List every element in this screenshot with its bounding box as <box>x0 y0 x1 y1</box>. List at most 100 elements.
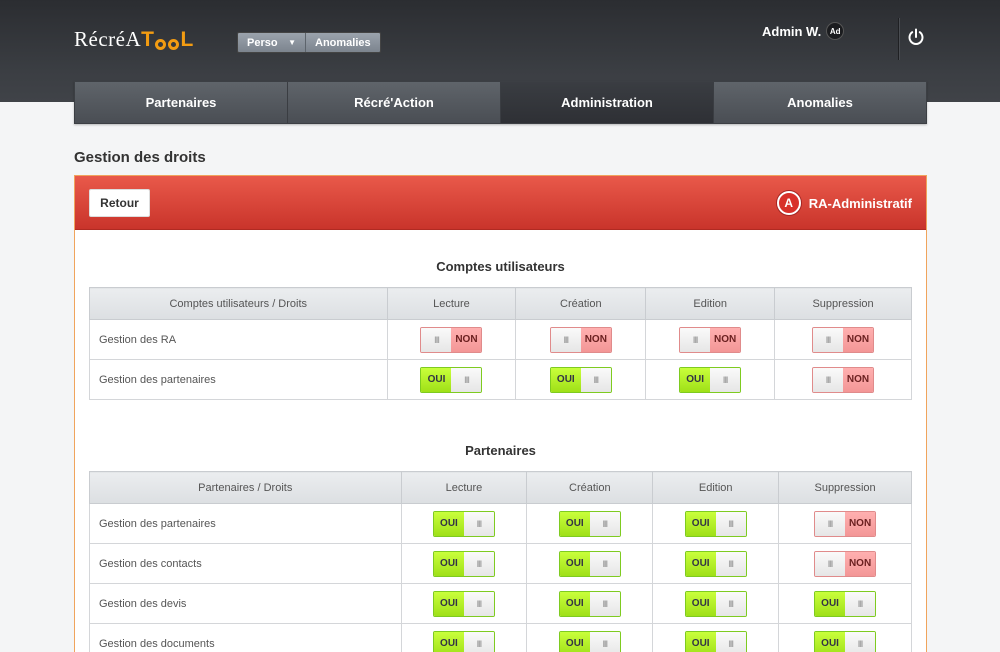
permission-cell: III NON <box>774 359 912 400</box>
tab-administration[interactable]: Administration <box>501 82 714 123</box>
permission-cell: OUI III <box>778 623 912 652</box>
header-divider <box>898 18 899 60</box>
permission-toggle[interactable]: OUI III <box>558 590 621 617</box>
permission-toggle[interactable]: III NON <box>679 326 742 353</box>
permission-cell: OUI III <box>400 543 528 584</box>
permission-toggle[interactable]: OUI III <box>679 366 742 393</box>
toggle-knob-icon: III <box>451 367 482 392</box>
permission-cell: OUI III <box>400 623 528 652</box>
table-row: Gestion des partenaires OUI III OUI III OUI II… <box>89 503 912 544</box>
toggle-state-label: OUI <box>559 511 590 536</box>
permission-toggle[interactable]: III NON <box>420 326 483 353</box>
power-icon[interactable] <box>906 27 926 47</box>
toggle-state-label: NON <box>451 327 482 352</box>
table-row: Gestion des RA III NON III NON III NON III NON <box>89 319 912 360</box>
permission-toggle[interactable]: OUI III <box>684 590 747 617</box>
app-logo[interactable]: RécréA T L <box>74 27 194 52</box>
toggle-knob-icon: III <box>813 327 844 352</box>
permission-toggle[interactable]: OUI III <box>684 550 747 577</box>
column-header: Edition <box>652 471 780 504</box>
toggle-state-label: NON <box>843 327 874 352</box>
toggle-state-label: NON <box>580 327 611 352</box>
permission-toggle[interactable]: OUI III <box>432 510 495 537</box>
column-header: Création <box>515 287 647 320</box>
role-indicator: A RA-Administratif <box>776 191 912 215</box>
permission-cell: OUI III <box>526 583 654 624</box>
permission-toggle[interactable]: OUI III <box>558 630 621 652</box>
permission-toggle[interactable]: OUI III <box>432 550 495 577</box>
row-label: Gestion des partenaires <box>89 503 402 544</box>
table-row: Gestion des devis OUI III OUI III OUI III OUI II… <box>89 583 912 624</box>
row-label: Gestion des documents <box>89 623 402 652</box>
permission-cell: III NON <box>778 543 912 584</box>
permission-toggle[interactable]: III NON <box>549 326 612 353</box>
table-header-row: Comptes utilisateurs / Droits Lecture Cr… <box>89 287 912 320</box>
permission-cell: OUI III <box>778 583 912 624</box>
column-header: Création <box>526 471 654 504</box>
permission-toggle[interactable]: OUI III <box>684 630 747 652</box>
logo-text: RécréA <box>74 27 142 51</box>
toggle-knob-icon: III <box>463 591 494 616</box>
toggle-knob-icon: III <box>710 367 741 392</box>
toggle-state-label: OUI <box>685 591 716 616</box>
permission-cell: III NON <box>774 319 912 360</box>
permission-toggle[interactable]: III NON <box>814 550 877 577</box>
back-button[interactable]: Retour <box>89 189 150 217</box>
permission-cell: OUI III <box>400 583 528 624</box>
anomalies-button[interactable]: Anomalies <box>306 33 380 52</box>
permission-cell: OUI III <box>400 503 528 544</box>
permission-toggle[interactable]: OUI III <box>684 510 747 537</box>
toggle-knob-icon: III <box>680 327 711 352</box>
toggle-state-label: OUI <box>559 631 590 652</box>
tab-anomalies[interactable]: Anomalies <box>714 82 926 123</box>
row-label: Gestion des contacts <box>89 543 402 584</box>
toggle-knob-icon: III <box>845 631 876 652</box>
permission-toggle[interactable]: OUI III <box>814 590 877 617</box>
toggle-state-label: OUI <box>815 631 846 652</box>
gear-icon <box>155 39 167 50</box>
permission-toggle[interactable]: OUI III <box>420 366 483 393</box>
toggle-state-label: OUI <box>550 367 581 392</box>
rights-table-comptes: Comptes utilisateurs / Droits Lecture Cr… <box>89 287 912 400</box>
row-label: Gestion des partenaires <box>89 359 388 400</box>
table-row: Gestion des contacts OUI III OUI III OUI III II… <box>89 543 912 584</box>
permission-toggle[interactable]: III NON <box>814 510 877 537</box>
user-menu[interactable]: Admin W. Ad <box>762 22 845 40</box>
tab-recre-action[interactable]: Récré'Action <box>288 82 501 123</box>
toggle-state-label: OUI <box>559 551 590 576</box>
toggle-state-label: NON <box>843 367 874 392</box>
toggle-knob-icon: III <box>589 591 620 616</box>
permission-toggle[interactable]: III NON <box>812 326 875 353</box>
toggle-knob-icon: III <box>421 327 452 352</box>
panel-header: Retour A RA-Administratif <box>75 176 926 230</box>
toggle-knob-icon: III <box>550 327 581 352</box>
main-nav: Partenaires Récré'Action Administration … <box>74 81 927 124</box>
permission-cell: III NON <box>778 503 912 544</box>
toggle-state-label: OUI <box>815 591 846 616</box>
user-name: Admin W. <box>762 23 822 39</box>
permission-cell: OUI III <box>645 359 776 400</box>
page-title: Gestion des droits <box>74 149 206 166</box>
toggle-state-label: OUI <box>433 591 464 616</box>
column-header: Partenaires / Droits <box>89 471 402 504</box>
permission-cell: III NON <box>386 319 517 360</box>
permission-toggle[interactable]: OUI III <box>432 590 495 617</box>
toggle-knob-icon: III <box>715 551 746 576</box>
permission-toggle[interactable]: III NON <box>812 366 875 393</box>
permission-cell: III NON <box>645 319 776 360</box>
permission-toggle[interactable]: OUI III <box>558 550 621 577</box>
table-header-row: Partenaires / Droits Lecture Création Ed… <box>89 471 912 504</box>
role-name: RA-Administratif <box>808 195 912 211</box>
permission-toggle[interactable]: OUI III <box>549 366 612 393</box>
chevron-down-icon: ▼ <box>288 37 296 47</box>
tab-partenaires[interactable]: Partenaires <box>75 82 288 123</box>
avatar: Ad <box>826 22 845 40</box>
permission-toggle[interactable]: OUI III <box>432 630 495 652</box>
column-header: Lecture <box>386 287 517 320</box>
toggle-knob-icon: III <box>813 367 844 392</box>
perso-dropdown[interactable]: Perso ▼ <box>238 33 306 52</box>
permission-toggle[interactable]: OUI III <box>814 630 877 652</box>
toggle-knob-icon: III <box>463 631 494 652</box>
toggle-knob-icon: III <box>589 511 620 536</box>
permission-toggle[interactable]: OUI III <box>558 510 621 537</box>
